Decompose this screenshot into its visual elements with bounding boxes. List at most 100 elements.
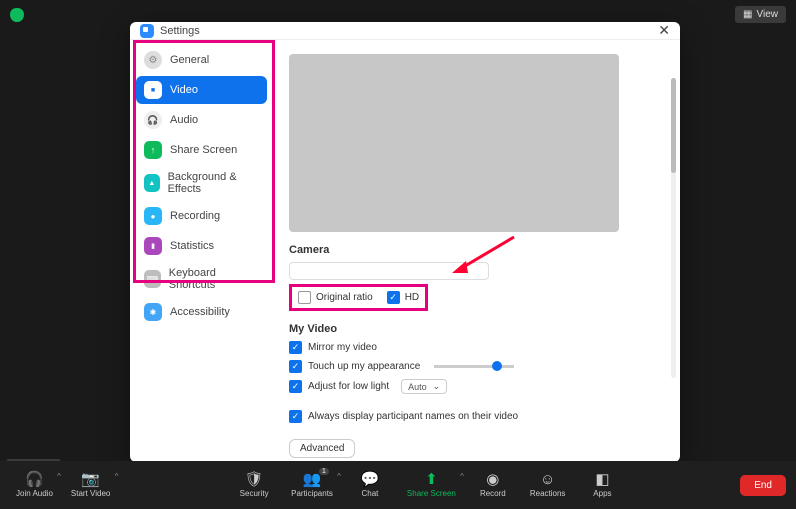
share-screen-button[interactable]: ⬆ Share Screen ^ bbox=[401, 468, 462, 502]
view-button[interactable]: ▦ View bbox=[735, 6, 786, 23]
shield-icon: 🛡 bbox=[245, 472, 264, 487]
lowlight-mode-select[interactable]: Auto bbox=[401, 379, 447, 394]
reactions-icon: ☺ bbox=[540, 472, 555, 487]
share-screen-label: Share Screen bbox=[407, 489, 456, 498]
annotation-highlight-ratio: Original ratio HD bbox=[289, 284, 428, 311]
checkbox-icon bbox=[289, 341, 302, 354]
checkbox-icon bbox=[289, 360, 302, 373]
mirror-checkbox[interactable]: Mirror my video bbox=[289, 341, 658, 354]
settings-titlebar: Settings ✕ bbox=[130, 22, 680, 40]
chevron-up-icon[interactable]: ^ bbox=[460, 472, 464, 481]
chat-button[interactable]: 💬 Chat bbox=[347, 468, 393, 502]
camera-icon: 📷 bbox=[81, 472, 100, 487]
sidebar-item-label: Statistics bbox=[170, 240, 214, 252]
audio-icon bbox=[144, 111, 162, 129]
sidebar-item-general[interactable]: General bbox=[136, 46, 267, 74]
record-label: Record bbox=[480, 489, 506, 498]
participants-label: Participants bbox=[291, 489, 333, 498]
participants-icon: 👥 bbox=[303, 472, 322, 487]
apps-button[interactable]: ◧ Apps bbox=[579, 468, 625, 502]
end-label: End bbox=[754, 480, 772, 491]
sidebar-item-label: Video bbox=[170, 84, 198, 96]
touchup-label: Touch up my appearance bbox=[308, 361, 420, 372]
sidebar-item-recording[interactable]: Recording bbox=[136, 202, 267, 230]
chevron-up-icon[interactable]: ^ bbox=[337, 472, 341, 481]
scrollbar[interactable] bbox=[671, 78, 676, 378]
sidebar-item-label: Audio bbox=[170, 114, 198, 126]
apps-icon: ◧ bbox=[595, 472, 609, 487]
mirror-label: Mirror my video bbox=[308, 342, 377, 353]
settings-sidebar: General Video Audio Share Screen Backgro… bbox=[130, 40, 275, 462]
touchup-slider[interactable] bbox=[434, 365, 514, 368]
sidebar-item-share-screen[interactable]: Share Screen bbox=[136, 136, 267, 164]
join-audio-label: Join Audio bbox=[16, 489, 53, 498]
sidebar-item-keyboard[interactable]: Keyboard Shortcuts bbox=[136, 262, 267, 296]
always-names-checkbox[interactable]: Always display participant names on thei… bbox=[289, 410, 658, 423]
camera-section-label: Camera bbox=[289, 244, 658, 256]
share-icon: ⬆ bbox=[425, 472, 438, 487]
video-preview bbox=[289, 54, 619, 232]
chevron-up-icon[interactable]: ^ bbox=[57, 472, 61, 481]
hd-checkbox[interactable]: HD bbox=[387, 291, 419, 304]
chat-label: Chat bbox=[361, 489, 378, 498]
sidebar-item-label: Keyboard Shortcuts bbox=[169, 267, 259, 291]
start-video-label: Start Video bbox=[71, 489, 110, 498]
headphones-icon: 🎧 bbox=[25, 472, 44, 487]
sidebar-item-audio[interactable]: Audio bbox=[136, 106, 267, 134]
sidebar-item-video[interactable]: Video bbox=[136, 76, 267, 104]
touchup-checkbox[interactable]: Touch up my appearance bbox=[289, 360, 658, 373]
grid-icon: ▦ bbox=[743, 9, 752, 20]
close-icon[interactable]: ✕ bbox=[658, 22, 670, 39]
sidebar-item-background[interactable]: Background & Effects bbox=[136, 166, 267, 200]
settings-title: Settings bbox=[160, 25, 200, 37]
settings-window: Settings ✕ General Video Audio Share Scr… bbox=[130, 22, 680, 462]
lowlight-checkbox[interactable]: Adjust for low light Auto bbox=[289, 379, 658, 394]
background-icon bbox=[144, 174, 160, 192]
security-shield-icon[interactable] bbox=[10, 8, 24, 22]
reactions-label: Reactions bbox=[530, 489, 566, 498]
participants-count: 1 bbox=[319, 468, 329, 475]
sidebar-item-label: Accessibility bbox=[170, 306, 230, 318]
sidebar-item-label: General bbox=[170, 54, 209, 66]
hd-label: HD bbox=[405, 292, 419, 303]
chevron-up-icon[interactable]: ^ bbox=[115, 472, 119, 481]
advanced-button[interactable]: Advanced bbox=[289, 439, 355, 458]
lowlight-label: Adjust for low light bbox=[308, 381, 389, 392]
always-names-label: Always display participant names on thei… bbox=[308, 411, 518, 422]
lowlight-mode-value: Auto bbox=[408, 382, 427, 392]
chat-icon: 💬 bbox=[361, 472, 380, 487]
sidebar-item-statistics[interactable]: Statistics bbox=[136, 232, 267, 260]
recording-icon bbox=[144, 207, 162, 225]
join-audio-button[interactable]: 🎧 Join Audio ^ bbox=[10, 468, 59, 502]
advanced-label: Advanced bbox=[300, 443, 344, 454]
record-button[interactable]: ◉ Record bbox=[470, 468, 516, 502]
record-icon: ◉ bbox=[486, 472, 499, 487]
view-label: View bbox=[757, 9, 779, 20]
sidebar-item-label: Background & Effects bbox=[168, 171, 259, 195]
sidebar-item-label: Share Screen bbox=[170, 144, 237, 156]
checkbox-icon bbox=[387, 291, 400, 304]
original-ratio-label: Original ratio bbox=[316, 292, 373, 303]
video-icon bbox=[144, 81, 162, 99]
keyboard-icon bbox=[144, 270, 161, 288]
statistics-icon bbox=[144, 237, 162, 255]
checkbox-icon bbox=[289, 410, 302, 423]
meeting-toolbar: 🎧 Join Audio ^ 📷 Start Video ^ 🛡 Security 👥1 P… bbox=[0, 461, 796, 509]
checkbox-icon bbox=[298, 291, 311, 304]
checkbox-icon bbox=[289, 380, 302, 393]
sidebar-item-label: Recording bbox=[170, 210, 220, 222]
camera-select[interactable] bbox=[289, 262, 489, 280]
start-video-button[interactable]: 📷 Start Video ^ bbox=[65, 468, 116, 502]
settings-content: Camera Original ratio HD My Video Mirror… bbox=[275, 40, 680, 462]
apps-label: Apps bbox=[593, 489, 611, 498]
end-button[interactable]: End bbox=[740, 475, 786, 496]
reactions-button[interactable]: ☺ Reactions bbox=[524, 468, 572, 502]
sidebar-item-accessibility[interactable]: Accessibility bbox=[136, 298, 267, 326]
original-ratio-checkbox[interactable]: Original ratio bbox=[298, 291, 373, 304]
accessibility-icon bbox=[144, 303, 162, 321]
participants-button[interactable]: 👥1 Participants ^ bbox=[285, 468, 339, 502]
my-video-section-label: My Video bbox=[289, 323, 658, 335]
security-button[interactable]: 🛡 Security bbox=[231, 468, 277, 502]
security-label: Security bbox=[240, 489, 269, 498]
share-screen-icon bbox=[144, 141, 162, 159]
